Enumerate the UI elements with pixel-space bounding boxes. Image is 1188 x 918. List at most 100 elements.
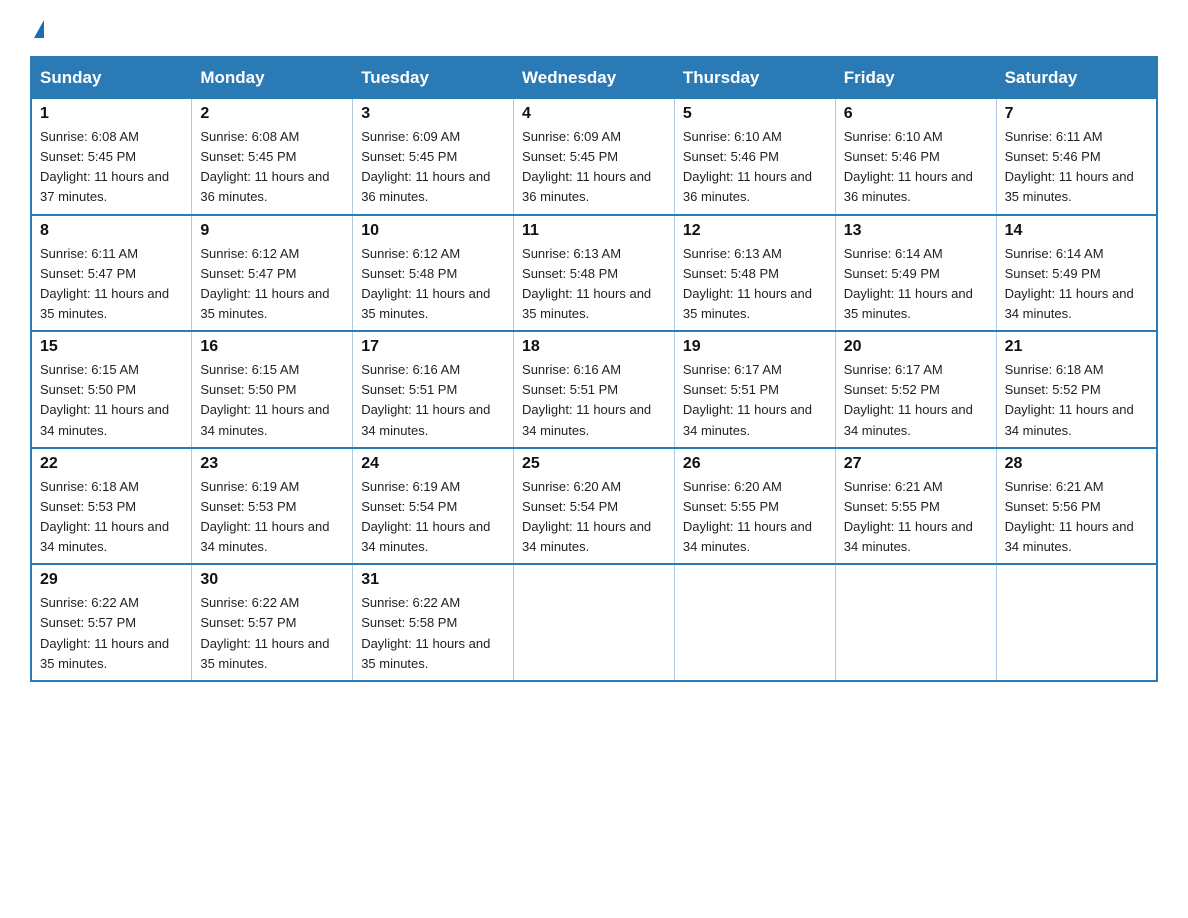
day-info: Sunrise: 6:10 AMSunset: 5:46 PMDaylight:… (683, 129, 812, 204)
calendar-day-cell: 15 Sunrise: 6:15 AMSunset: 5:50 PMDaylig… (31, 331, 192, 448)
calendar-header-tuesday: Tuesday (353, 57, 514, 99)
day-info: Sunrise: 6:20 AMSunset: 5:54 PMDaylight:… (522, 479, 651, 554)
day-info: Sunrise: 6:18 AMSunset: 5:52 PMDaylight:… (1005, 362, 1134, 437)
day-info: Sunrise: 6:15 AMSunset: 5:50 PMDaylight:… (40, 362, 169, 437)
day-info: Sunrise: 6:09 AMSunset: 5:45 PMDaylight:… (361, 129, 490, 204)
calendar-week-row: 8 Sunrise: 6:11 AMSunset: 5:47 PMDayligh… (31, 215, 1157, 332)
calendar-day-cell: 30 Sunrise: 6:22 AMSunset: 5:57 PMDaylig… (192, 564, 353, 681)
calendar-day-cell (674, 564, 835, 681)
day-number: 6 (844, 105, 988, 123)
calendar-day-cell: 29 Sunrise: 6:22 AMSunset: 5:57 PMDaylig… (31, 564, 192, 681)
day-info: Sunrise: 6:08 AMSunset: 5:45 PMDaylight:… (40, 129, 169, 204)
logo-triangle-icon (34, 20, 44, 38)
calendar-day-cell: 18 Sunrise: 6:16 AMSunset: 5:51 PMDaylig… (514, 331, 675, 448)
calendar-day-cell: 17 Sunrise: 6:16 AMSunset: 5:51 PMDaylig… (353, 331, 514, 448)
day-number: 14 (1005, 222, 1148, 240)
day-info: Sunrise: 6:12 AMSunset: 5:47 PMDaylight:… (200, 246, 329, 321)
day-info: Sunrise: 6:14 AMSunset: 5:49 PMDaylight:… (844, 246, 973, 321)
day-number: 10 (361, 222, 505, 240)
day-info: Sunrise: 6:13 AMSunset: 5:48 PMDaylight:… (683, 246, 812, 321)
day-info: Sunrise: 6:09 AMSunset: 5:45 PMDaylight:… (522, 129, 651, 204)
day-info: Sunrise: 6:17 AMSunset: 5:51 PMDaylight:… (683, 362, 812, 437)
day-number: 20 (844, 338, 988, 356)
calendar-header-sunday: Sunday (31, 57, 192, 99)
day-number: 4 (522, 105, 666, 123)
calendar-day-cell: 23 Sunrise: 6:19 AMSunset: 5:53 PMDaylig… (192, 448, 353, 565)
day-number: 28 (1005, 455, 1148, 473)
day-info: Sunrise: 6:15 AMSunset: 5:50 PMDaylight:… (200, 362, 329, 437)
day-number: 15 (40, 338, 183, 356)
day-info: Sunrise: 6:11 AMSunset: 5:47 PMDaylight:… (40, 246, 169, 321)
day-number: 8 (40, 222, 183, 240)
day-number: 13 (844, 222, 988, 240)
calendar-day-cell: 16 Sunrise: 6:15 AMSunset: 5:50 PMDaylig… (192, 331, 353, 448)
day-info: Sunrise: 6:16 AMSunset: 5:51 PMDaylight:… (522, 362, 651, 437)
calendar-day-cell: 22 Sunrise: 6:18 AMSunset: 5:53 PMDaylig… (31, 448, 192, 565)
day-number: 29 (40, 571, 183, 589)
calendar-week-row: 29 Sunrise: 6:22 AMSunset: 5:57 PMDaylig… (31, 564, 1157, 681)
day-number: 25 (522, 455, 666, 473)
day-number: 19 (683, 338, 827, 356)
day-number: 31 (361, 571, 505, 589)
day-number: 2 (200, 105, 344, 123)
day-info: Sunrise: 6:21 AMSunset: 5:55 PMDaylight:… (844, 479, 973, 554)
day-info: Sunrise: 6:22 AMSunset: 5:57 PMDaylight:… (40, 595, 169, 670)
calendar-day-cell: 25 Sunrise: 6:20 AMSunset: 5:54 PMDaylig… (514, 448, 675, 565)
day-info: Sunrise: 6:10 AMSunset: 5:46 PMDaylight:… (844, 129, 973, 204)
day-number: 5 (683, 105, 827, 123)
calendar-header-thursday: Thursday (674, 57, 835, 99)
calendar-day-cell: 6 Sunrise: 6:10 AMSunset: 5:46 PMDayligh… (835, 99, 996, 215)
day-number: 12 (683, 222, 827, 240)
logo (30, 20, 44, 38)
calendar-day-cell: 20 Sunrise: 6:17 AMSunset: 5:52 PMDaylig… (835, 331, 996, 448)
day-number: 21 (1005, 338, 1148, 356)
calendar-header-saturday: Saturday (996, 57, 1157, 99)
calendar-day-cell: 5 Sunrise: 6:10 AMSunset: 5:46 PMDayligh… (674, 99, 835, 215)
day-info: Sunrise: 6:20 AMSunset: 5:55 PMDaylight:… (683, 479, 812, 554)
calendar-day-cell: 9 Sunrise: 6:12 AMSunset: 5:47 PMDayligh… (192, 215, 353, 332)
calendar-day-cell: 21 Sunrise: 6:18 AMSunset: 5:52 PMDaylig… (996, 331, 1157, 448)
calendar-day-cell: 10 Sunrise: 6:12 AMSunset: 5:48 PMDaylig… (353, 215, 514, 332)
calendar-day-cell (996, 564, 1157, 681)
day-info: Sunrise: 6:13 AMSunset: 5:48 PMDaylight:… (522, 246, 651, 321)
calendar-day-cell: 2 Sunrise: 6:08 AMSunset: 5:45 PMDayligh… (192, 99, 353, 215)
day-info: Sunrise: 6:14 AMSunset: 5:49 PMDaylight:… (1005, 246, 1134, 321)
day-info: Sunrise: 6:19 AMSunset: 5:54 PMDaylight:… (361, 479, 490, 554)
day-info: Sunrise: 6:17 AMSunset: 5:52 PMDaylight:… (844, 362, 973, 437)
day-info: Sunrise: 6:21 AMSunset: 5:56 PMDaylight:… (1005, 479, 1134, 554)
page-header (30, 20, 1158, 38)
day-number: 16 (200, 338, 344, 356)
day-info: Sunrise: 6:22 AMSunset: 5:57 PMDaylight:… (200, 595, 329, 670)
calendar-day-cell: 28 Sunrise: 6:21 AMSunset: 5:56 PMDaylig… (996, 448, 1157, 565)
calendar-day-cell: 19 Sunrise: 6:17 AMSunset: 5:51 PMDaylig… (674, 331, 835, 448)
day-info: Sunrise: 6:11 AMSunset: 5:46 PMDaylight:… (1005, 129, 1134, 204)
day-number: 30 (200, 571, 344, 589)
calendar-day-cell: 27 Sunrise: 6:21 AMSunset: 5:55 PMDaylig… (835, 448, 996, 565)
calendar-day-cell: 12 Sunrise: 6:13 AMSunset: 5:48 PMDaylig… (674, 215, 835, 332)
day-info: Sunrise: 6:16 AMSunset: 5:51 PMDaylight:… (361, 362, 490, 437)
calendar-table: SundayMondayTuesdayWednesdayThursdayFrid… (30, 56, 1158, 682)
day-number: 17 (361, 338, 505, 356)
calendar-day-cell: 26 Sunrise: 6:20 AMSunset: 5:55 PMDaylig… (674, 448, 835, 565)
day-number: 26 (683, 455, 827, 473)
calendar-day-cell: 3 Sunrise: 6:09 AMSunset: 5:45 PMDayligh… (353, 99, 514, 215)
day-number: 22 (40, 455, 183, 473)
calendar-day-cell: 24 Sunrise: 6:19 AMSunset: 5:54 PMDaylig… (353, 448, 514, 565)
calendar-day-cell: 7 Sunrise: 6:11 AMSunset: 5:46 PMDayligh… (996, 99, 1157, 215)
calendar-day-cell: 1 Sunrise: 6:08 AMSunset: 5:45 PMDayligh… (31, 99, 192, 215)
calendar-day-cell: 11 Sunrise: 6:13 AMSunset: 5:48 PMDaylig… (514, 215, 675, 332)
day-number: 7 (1005, 105, 1148, 123)
day-info: Sunrise: 6:08 AMSunset: 5:45 PMDaylight:… (200, 129, 329, 204)
day-number: 1 (40, 105, 183, 123)
calendar-header-friday: Friday (835, 57, 996, 99)
calendar-day-cell (514, 564, 675, 681)
calendar-day-cell: 4 Sunrise: 6:09 AMSunset: 5:45 PMDayligh… (514, 99, 675, 215)
calendar-day-cell: 14 Sunrise: 6:14 AMSunset: 5:49 PMDaylig… (996, 215, 1157, 332)
calendar-day-cell: 13 Sunrise: 6:14 AMSunset: 5:49 PMDaylig… (835, 215, 996, 332)
day-number: 27 (844, 455, 988, 473)
calendar-header-row: SundayMondayTuesdayWednesdayThursdayFrid… (31, 57, 1157, 99)
calendar-day-cell: 31 Sunrise: 6:22 AMSunset: 5:58 PMDaylig… (353, 564, 514, 681)
day-number: 24 (361, 455, 505, 473)
day-number: 11 (522, 222, 666, 240)
calendar-day-cell: 8 Sunrise: 6:11 AMSunset: 5:47 PMDayligh… (31, 215, 192, 332)
